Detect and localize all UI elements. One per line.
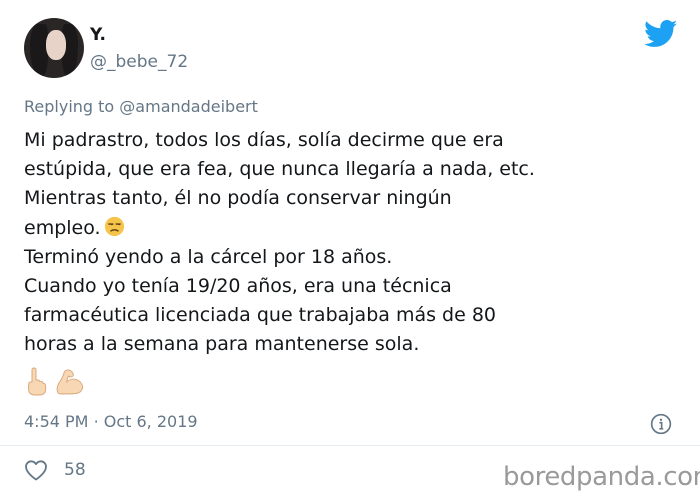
author-handle[interactable]: @_bebe_72 (90, 52, 188, 72)
unamused-face-icon (104, 216, 124, 236)
tweet-line: farmacéutica licenciada que trabajaba má… (24, 304, 497, 327)
trailing-emojis (24, 366, 89, 396)
replying-to: Replying to @amandadeibert (24, 97, 258, 116)
tweet-line-with-emoji: empleo. (24, 214, 674, 243)
watermark: boredpanda.com (503, 462, 700, 492)
tweet-time: 4:54 PM (24, 412, 89, 431)
tweet-date: Oct 6, 2019 (103, 412, 198, 431)
tweet-line: estúpida, que era fea, que nunca llegarí… (24, 158, 535, 181)
tweet-line: Mientras tanto, él no podía conservar ni… (24, 187, 452, 210)
tweet-line: Mi padrastro, todos los días, solía deci… (24, 129, 504, 151)
heart-icon[interactable] (24, 459, 48, 481)
flexed-biceps-icon (56, 369, 84, 395)
tweet-line: horas a la semana para mantenerse sola. (24, 333, 420, 356)
avatar[interactable] (24, 18, 84, 78)
tweet-line: Terminó yendo a la cárcel por 18 años. (24, 245, 393, 268)
tweet-line: empleo. (24, 216, 101, 239)
tweet-text: Mi padrastro, todos los días, solía deci… (24, 126, 674, 360)
like-count: 58 (64, 460, 86, 480)
author-name[interactable]: Y. (90, 25, 106, 45)
divider (0, 445, 700, 446)
timestamp-separator: · (93, 412, 99, 431)
replying-prefix: Replying to (24, 97, 115, 116)
tweet-line: Cuando yo tenía 19/20 años, era una técn… (24, 275, 452, 298)
info-icon[interactable] (650, 413, 672, 435)
replying-to-link[interactable]: @amandadeibert (119, 97, 258, 116)
tweet-timestamp[interactable]: 4:54 PM · Oct 6, 2019 (24, 412, 198, 431)
middle-finger-icon (28, 367, 47, 396)
twitter-bird-icon[interactable] (644, 20, 678, 48)
